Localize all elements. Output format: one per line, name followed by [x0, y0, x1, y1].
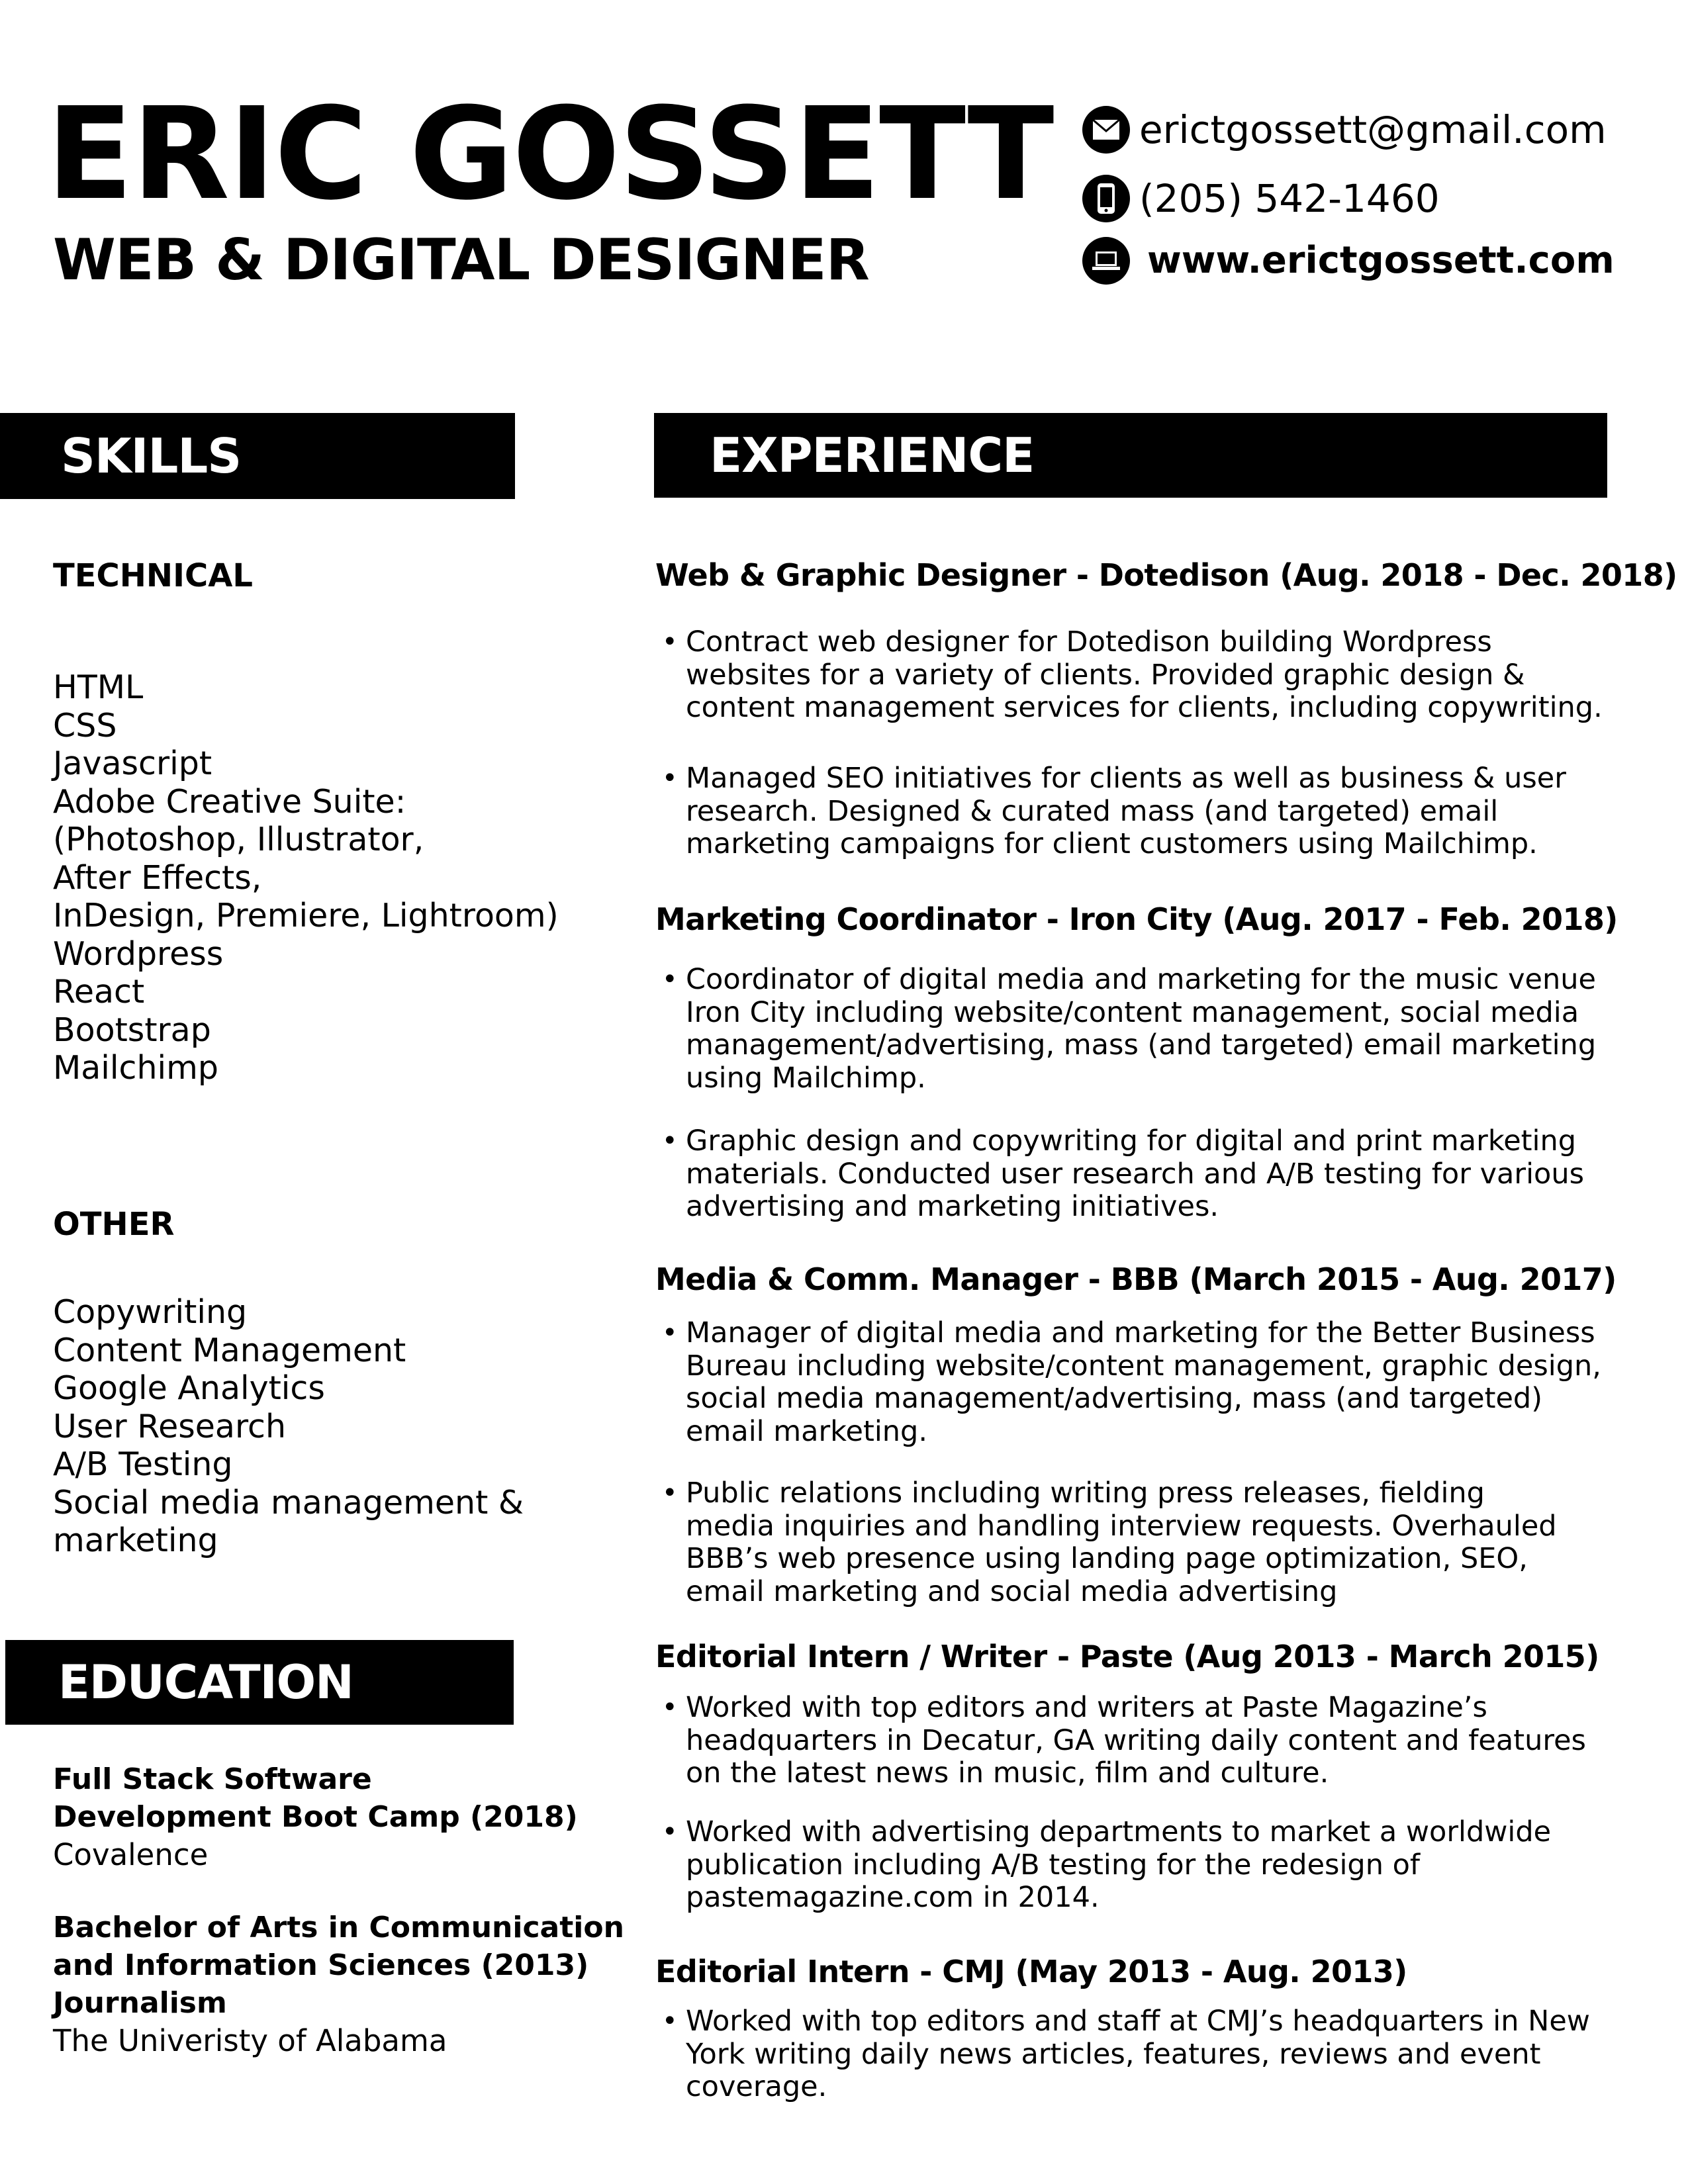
job-title: Media & Comm. Manager - BBB (March 2015 …	[655, 1261, 1617, 1297]
bullet-text: Graphic design and copywriting for digit…	[686, 1124, 1584, 1223]
website-link[interactable]: www.erictgossett.com	[1147, 242, 1615, 279]
email-link[interactable]: erictgossett@gmail.com	[1139, 111, 1607, 149]
skill-item: Javascript	[53, 745, 212, 782]
skill-item: Content Management	[53, 1331, 406, 1369]
bullet-text: Contract web designer for Dotedison buil…	[686, 625, 1603, 724]
bullet-text: Managed SEO initiatives for clients as w…	[686, 762, 1566, 860]
envelope-icon	[1082, 106, 1130, 154]
skill-item: marketing	[53, 1522, 218, 1559]
other-skills-list: Copywriting Content Management Google An…	[53, 1293, 524, 1560]
technical-skills-heading: TECHNICAL	[53, 557, 253, 594]
bullet-icon: •	[662, 1478, 678, 1508]
bullet-text: Manager of digital media and marketing f…	[686, 1316, 1601, 1448]
education-entry: Full Stack Software Development Boot Cam…	[53, 1760, 609, 1874]
degree-line: Development Boot Camp (2018)	[53, 1800, 578, 1834]
candidate-name: ERIC GOSSETT	[46, 81, 1054, 228]
bullet-text: Worked with top editors and writers at P…	[686, 1691, 1586, 1790]
skill-item: Mailchimp	[53, 1049, 218, 1087]
job-title: Marketing Coordinator - Iron City (Aug. …	[655, 901, 1618, 937]
school-name: The Univeristy of Alabama	[53, 2023, 447, 2058]
other-skills-heading: OTHER	[53, 1206, 175, 1243]
skill-item: CSS	[53, 706, 117, 745]
job-bullet: • Worked with top editors and writers at…	[662, 1691, 1628, 1790]
education-entry: Bachelor of Arts in Communication and In…	[53, 1909, 624, 2060]
degree-line: Bachelor of Arts in Communication	[53, 1911, 624, 1944]
technical-skills-list: HTML CSS Javascript Adobe Creative Suite…	[53, 668, 559, 1087]
job-bullet: • Manager of digital media and marketing…	[662, 1316, 1628, 1448]
contact-website: www.erictgossett.com	[1082, 237, 1615, 285]
skills-heading: SKILLS	[0, 413, 515, 499]
job-bullet: • Graphic design and copywriting for dig…	[662, 1124, 1628, 1224]
job-title: Editorial Intern - CMJ (May 2013 - Aug. …	[655, 1954, 1407, 1989]
bullet-icon: •	[662, 964, 678, 995]
degree-line: and Information Sciences (2013)	[53, 1948, 589, 1982]
skill-item: A/B Testing	[53, 1445, 233, 1483]
phone-number[interactable]: (205) 542-1460	[1139, 179, 1440, 218]
contact-email: erictgossett@gmail.com	[1082, 106, 1607, 154]
phone-icon	[1082, 175, 1130, 222]
education-heading: EDUCATION	[5, 1640, 514, 1725]
job-title: Web & Graphic Designer - Dotedison (Aug.…	[655, 557, 1677, 593]
skill-item: (Photoshop, Illustrator,	[53, 821, 424, 858]
bullet-text: Public relations including writing press…	[686, 1477, 1557, 1608]
contact-phone: (205) 542-1460	[1082, 175, 1440, 222]
job-bullet: • Worked with top editors and staff at C…	[662, 2005, 1628, 2104]
skill-item: InDesign, Premiere, Lightroom)	[53, 897, 559, 934]
skill-item: Google Analytics	[53, 1369, 325, 1407]
school-name: Covalence	[53, 1837, 209, 1872]
skill-item: Bootstrap	[53, 1011, 211, 1049]
skill-item: User Research	[53, 1407, 287, 1445]
bullet-icon: •	[662, 1692, 678, 1723]
bullet-icon: •	[662, 627, 678, 657]
job-bullet: • Worked with advertising departments to…	[662, 1815, 1628, 1915]
skill-item: Social media management &	[53, 1483, 524, 1522]
bullet-icon: •	[662, 1126, 678, 1156]
job-bullet: • Managed SEO initiatives for clients as…	[662, 762, 1628, 861]
laptop-icon	[1082, 237, 1130, 285]
bullet-icon: •	[662, 763, 678, 794]
skill-item: Adobe Creative Suite:	[53, 782, 406, 821]
job-bullet: • Public relations including writing pre…	[662, 1477, 1628, 1608]
bullet-text: Coordinator of digital media and marketi…	[686, 963, 1597, 1095]
candidate-title: WEB & DIGITAL DESIGNER	[53, 227, 870, 293]
skill-item: HTML	[53, 668, 144, 706]
experience-heading: EXPERIENCE	[654, 413, 1607, 498]
degree-line: Full Stack Software	[53, 1762, 372, 1796]
job-title: Editorial Intern / Writer - Paste (Aug 2…	[655, 1639, 1599, 1674]
skill-item: Copywriting	[53, 1293, 248, 1331]
degree-line: Journalism	[53, 1986, 227, 2020]
skill-item: Wordpress	[53, 934, 224, 973]
job-bullet: • Contract web designer for Dotedison bu…	[662, 625, 1628, 725]
skill-item: After Effects,	[53, 858, 262, 897]
bullet-icon: •	[662, 1817, 678, 1847]
bullet-text: Worked with top editors and staff at CMJ…	[686, 2005, 1590, 2103]
bullet-text: Worked with advertising departments to m…	[686, 1815, 1552, 1914]
skill-item: React	[53, 973, 145, 1011]
job-bullet: • Coordinator of digital media and marke…	[662, 963, 1628, 1095]
bullet-icon: •	[662, 2006, 678, 2036]
bullet-icon: •	[662, 1318, 678, 1348]
